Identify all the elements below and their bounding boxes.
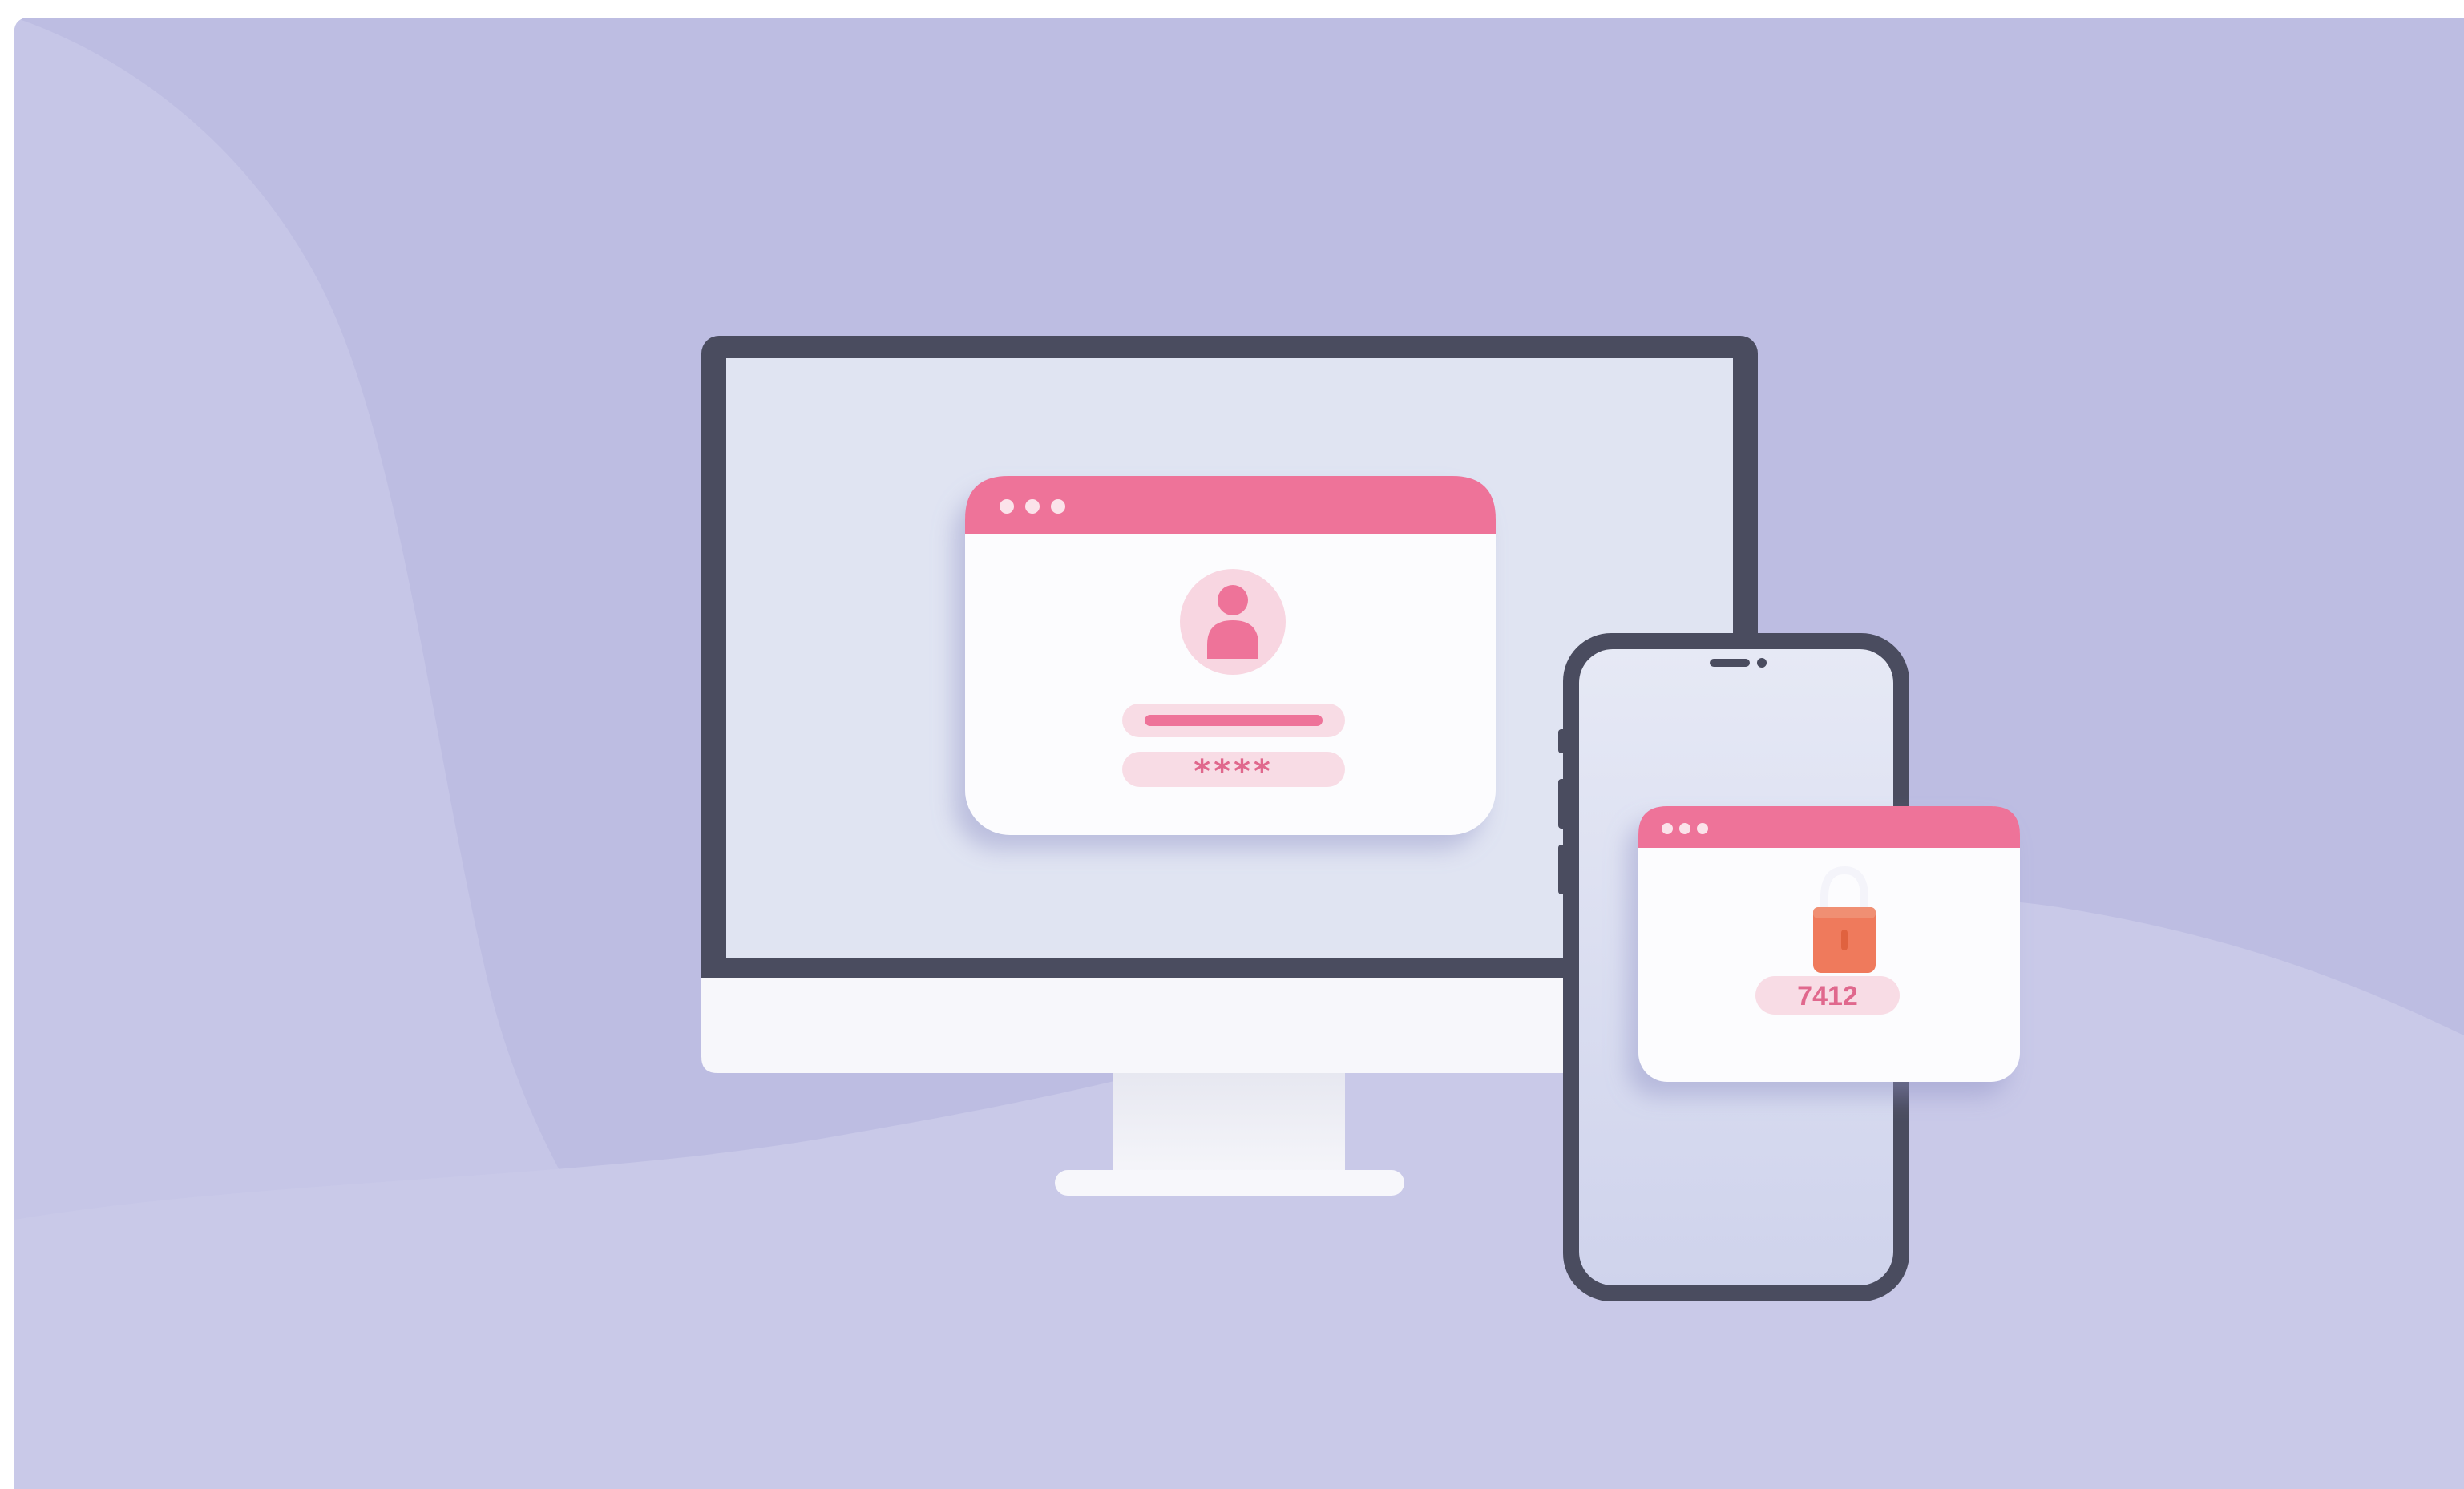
monitor-stand-base — [1055, 1170, 1404, 1196]
login-window-titlebar — [965, 476, 1496, 534]
otp-code-field: 7412 — [1755, 976, 1900, 1015]
otp-code: 7412 — [1797, 981, 1858, 1011]
monitor-stand-neck — [1113, 1067, 1345, 1188]
username-field — [1122, 704, 1345, 737]
password-field: **** — [1122, 752, 1345, 790]
phone-camera — [1757, 658, 1767, 668]
window-dot-icon — [1679, 823, 1690, 834]
user-icon — [1180, 569, 1286, 675]
otp-window-titlebar — [1638, 806, 2020, 848]
window-dot-icon — [1000, 499, 1014, 514]
window-dot-icon — [1697, 823, 1708, 834]
window-dot-icon — [1025, 499, 1040, 514]
window-dot-icon — [1051, 499, 1065, 514]
password-mask: **** — [1194, 753, 1274, 790]
phone-speaker — [1710, 659, 1750, 667]
illustration-scene: **** 7412 — [14, 18, 2464, 1489]
illustration-canvas: **** 7412 — [14, 18, 2464, 1489]
window-dot-icon — [1662, 823, 1673, 834]
